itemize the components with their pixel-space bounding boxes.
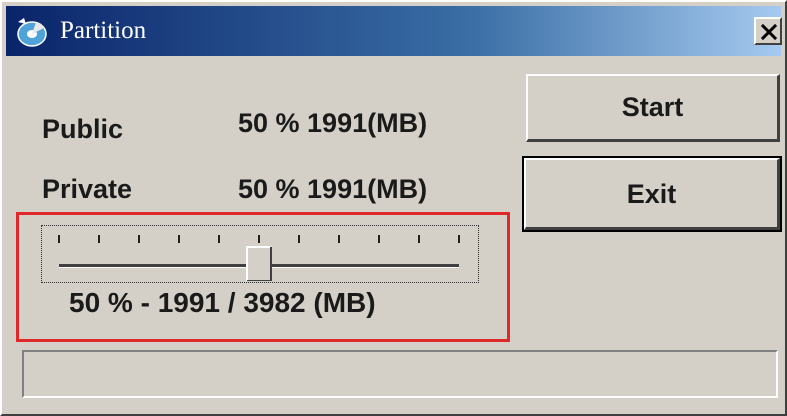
- slider-thumb[interactable]: [246, 246, 272, 281]
- private-value: 50 % 1991(MB): [238, 174, 428, 204]
- public-value: 50 % 1991(MB): [238, 108, 428, 138]
- partition-window: Partition Public 50 % 1991(MB) Private 5…: [0, 0, 787, 416]
- slider-tick: [218, 235, 220, 243]
- partition-slider-group: 50 % - 1991 / 3982 (MB): [16, 212, 510, 342]
- slider-tick: [178, 235, 180, 243]
- slider-tick: [298, 235, 300, 243]
- slider-readout: 50 % - 1991 / 3982 (MB): [69, 287, 376, 318]
- disk-partition-icon: [14, 16, 50, 48]
- slider-tick: [458, 235, 460, 243]
- slider-tick: [258, 235, 260, 243]
- close-button[interactable]: [754, 17, 782, 45]
- close-icon: [760, 23, 778, 41]
- slider-tick: [98, 235, 100, 243]
- partition-size-slider[interactable]: [47, 231, 473, 281]
- start-button[interactable]: Start: [526, 74, 780, 142]
- private-label: Private: [42, 174, 133, 204]
- slider-tick: [58, 235, 60, 243]
- slider-tick: [418, 235, 420, 243]
- status-field: [22, 350, 778, 398]
- slider-tick: [138, 235, 140, 243]
- slider-tick: [338, 235, 340, 243]
- window-title: Partition: [60, 17, 147, 44]
- public-label: Public: [42, 114, 124, 144]
- slider-ticks: [58, 235, 460, 243]
- exit-button[interactable]: Exit: [522, 156, 782, 232]
- title-bar[interactable]: Partition: [6, 6, 782, 56]
- slider-tick: [378, 235, 380, 243]
